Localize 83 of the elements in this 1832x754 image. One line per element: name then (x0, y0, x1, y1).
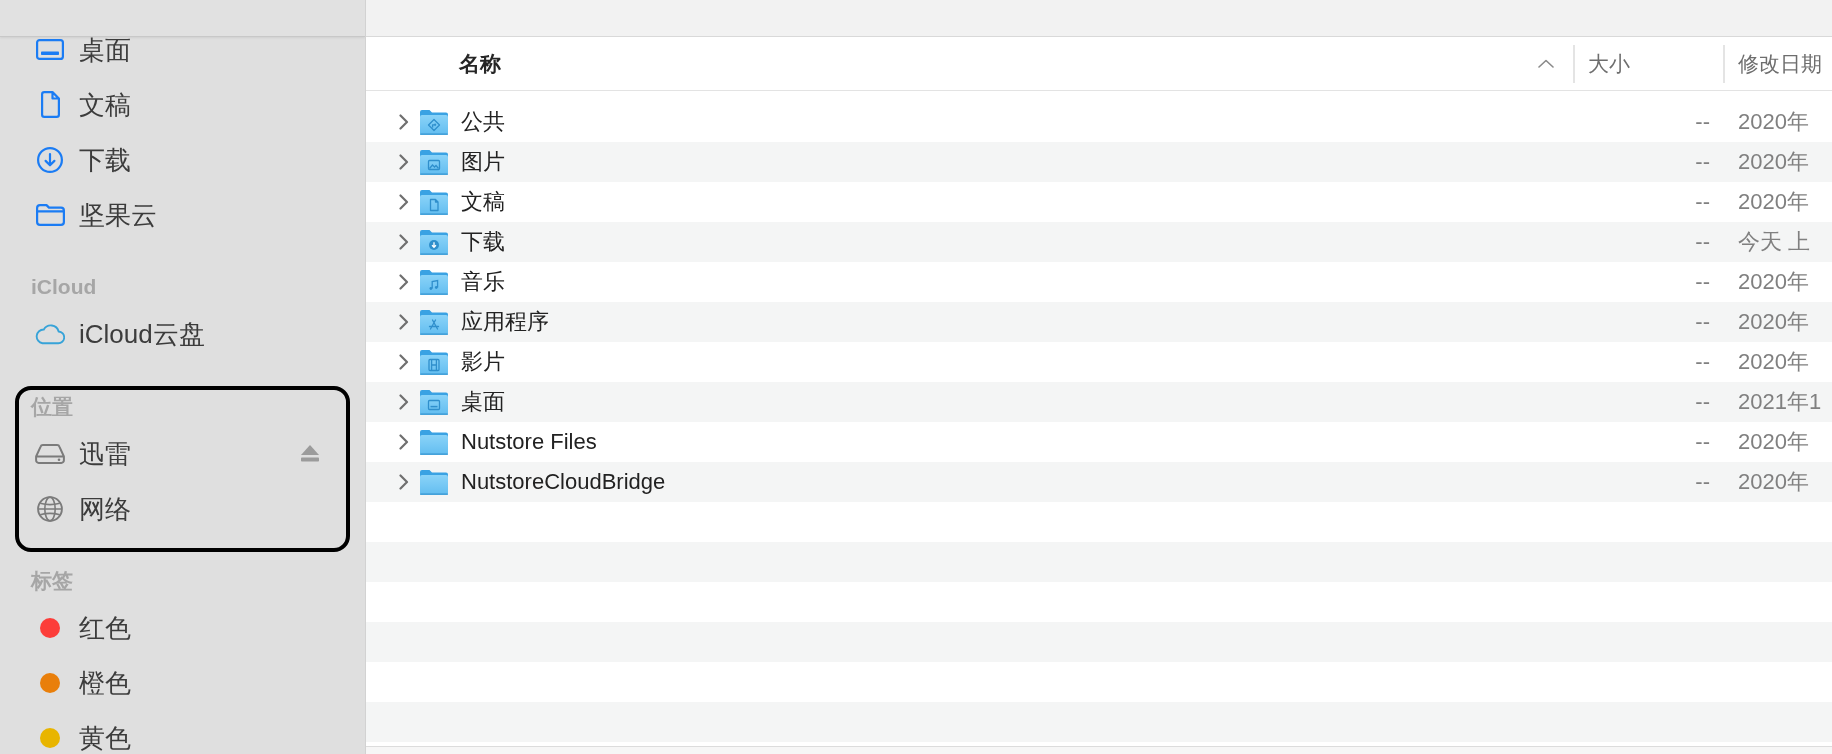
modified-date: 2020年 (1738, 108, 1809, 136)
sidebar-item[interactable]: 迅雷 (31, 440, 334, 467)
file-size: -- (1695, 389, 1710, 415)
column-header[interactable]: 大小 (1573, 44, 1723, 83)
file-size: -- (1695, 269, 1710, 295)
folder-icon (419, 428, 449, 456)
film-folder-icon (419, 348, 449, 376)
file-size: -- (1695, 229, 1710, 255)
sidebar-item[interactable]: 橙色 (31, 670, 334, 696)
modified-date: 2020年 (1738, 308, 1809, 336)
file-size: -- (1695, 149, 1710, 175)
file-row[interactable]: 文稿 -- 2020年 (366, 182, 1832, 222)
sidebar-item[interactable]: iCloud云盘 (31, 321, 334, 347)
modified-date: 2020年 (1738, 148, 1809, 176)
modified-date: 2020年 (1738, 468, 1809, 496)
modified-date: 2021年1 (1738, 388, 1822, 416)
file-name: Nutstore Files (461, 429, 597, 455)
sidebar-item[interactable]: 桌面 (31, 36, 334, 63)
file-row[interactable]: Nutstore Files -- 2020年 (366, 422, 1832, 462)
file-size: -- (1695, 309, 1710, 335)
file-name: 下载 (461, 228, 505, 256)
document-folder-icon (419, 188, 449, 216)
chevron-right-icon[interactable] (399, 434, 409, 450)
section-heading: iCloud (30, 275, 97, 299)
app-folder-icon (419, 308, 449, 336)
file-size: -- (1695, 349, 1710, 375)
sidebar-item[interactable]: 黄色 (31, 725, 334, 751)
modified-date: 2020年 (1738, 188, 1809, 216)
chevron-right-icon[interactable] (399, 154, 409, 170)
modified-date: 2020年 (1738, 348, 1809, 376)
file-name: 公共 (461, 108, 505, 136)
music-folder-icon (419, 268, 449, 296)
sidebar-item[interactable]: 网络 (31, 495, 334, 522)
file-row[interactable]: 应用程序 -- 2020年 (366, 302, 1832, 342)
chevron-right-icon[interactable] (399, 274, 409, 290)
section-heading: 位置 (29, 394, 73, 419)
file-row[interactable]: NutstoreCloudBridge -- 2020年 (366, 462, 1832, 502)
chevron-right-icon[interactable] (399, 234, 409, 250)
file-size: -- (1695, 109, 1710, 135)
chevron-right-icon[interactable] (399, 474, 409, 490)
file-name: 文稿 (461, 188, 505, 216)
cloud-icon (35, 323, 65, 345)
drive-icon (35, 443, 65, 464)
modified-date: 2020年 (1738, 268, 1809, 296)
photo-folder-icon (419, 148, 449, 176)
chevron-right-icon[interactable] (399, 394, 409, 410)
file-name: 图片 (461, 148, 505, 176)
sidebar-item[interactable]: 下载 (31, 146, 334, 173)
file-row[interactable]: 图片 -- 2020年 (366, 142, 1832, 182)
file-name: 桌面 (461, 388, 505, 416)
folder-icon (419, 468, 449, 496)
download-icon (37, 146, 63, 173)
modified-date: 今天 上 (1738, 228, 1811, 256)
file-row[interactable]: 影片 -- 2020年 (366, 342, 1832, 382)
sidebar-item[interactable]: 坚果云 (31, 201, 334, 228)
section-heading: 标签 (29, 569, 73, 593)
folder-icon (35, 203, 65, 226)
desktop-folder-icon (419, 388, 449, 416)
column-header[interactable]: 名称 (366, 44, 1573, 83)
chevron-right-icon[interactable] (399, 314, 409, 330)
chevron-right-icon[interactable] (399, 114, 409, 130)
file-name: 影片 (461, 348, 505, 376)
download-folder-icon (419, 228, 449, 256)
file-name: 应用程序 (461, 308, 549, 336)
file-name: NutstoreCloudBridge (461, 469, 666, 495)
globe-icon (37, 495, 63, 522)
file-size: -- (1695, 189, 1710, 215)
chevron-right-icon[interactable] (399, 194, 409, 210)
display-icon (36, 39, 64, 60)
sign-folder-icon (419, 108, 449, 136)
file-row[interactable]: 桌面 -- 2021年1 (366, 382, 1832, 422)
file-row[interactable]: 公共 -- 2020年 (366, 102, 1832, 142)
file-name: 音乐 (461, 268, 505, 296)
chevron-right-icon[interactable] (399, 354, 409, 370)
document-icon (39, 91, 61, 118)
sidebar-item[interactable]: 红色 (31, 615, 334, 641)
file-size: -- (1695, 469, 1710, 495)
column-header[interactable]: 修改日期 (1723, 44, 1832, 83)
sidebar-item[interactable]: 文稿 (31, 91, 334, 118)
modified-date: 2020年 (1738, 428, 1809, 456)
file-row[interactable]: 音乐 -- 2020年 (366, 262, 1832, 302)
file-row[interactable]: 下载 -- 今天 上 (366, 222, 1832, 262)
file-size: -- (1695, 429, 1710, 455)
